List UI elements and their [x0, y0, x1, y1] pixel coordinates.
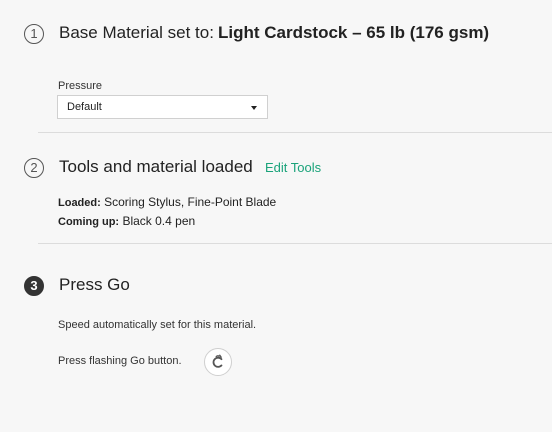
press-go-heading: Press Go	[59, 275, 130, 294]
base-material-value: Light Cardstock – 65 lb (176 gsm)	[217, 23, 490, 42]
coming-up-line: Coming up: Black 0.4 pen	[58, 214, 195, 228]
divider	[38, 243, 552, 244]
coming-up-key: Coming up:	[58, 216, 120, 228]
go-button[interactable]	[204, 348, 232, 376]
loaded-value: Scoring Stylus, Fine-Point Blade	[104, 195, 277, 209]
loaded-key: Loaded:	[58, 197, 101, 209]
pressure-label: Pressure	[58, 80, 103, 92]
press-go-text: Press flashing Go button.	[58, 355, 182, 367]
coming-up-value: Black 0.4 pen	[122, 214, 196, 228]
base-material-heading: Base Material set to: Light Cardstock – 6…	[59, 23, 489, 43]
chevron-down-icon	[251, 106, 257, 110]
step-number-2: 2	[24, 158, 44, 178]
loaded-line: Loaded: Scoring Stylus, Fine-Point Blade	[58, 195, 276, 209]
edit-tools-link[interactable]: Edit Tools	[265, 160, 321, 175]
divider	[38, 132, 552, 133]
base-material-prefix: Base Material set to:	[59, 23, 214, 42]
cricut-go-icon	[212, 354, 223, 368]
pressure-select[interactable]: Default	[57, 95, 268, 119]
step-number-1: 1	[24, 24, 44, 44]
tools-heading: Tools and material loaded	[59, 157, 253, 176]
speed-text: Speed automatically set for this materia…	[58, 319, 257, 331]
pressure-select-value: Default	[67, 101, 102, 113]
step-number-3: 3	[24, 276, 44, 296]
